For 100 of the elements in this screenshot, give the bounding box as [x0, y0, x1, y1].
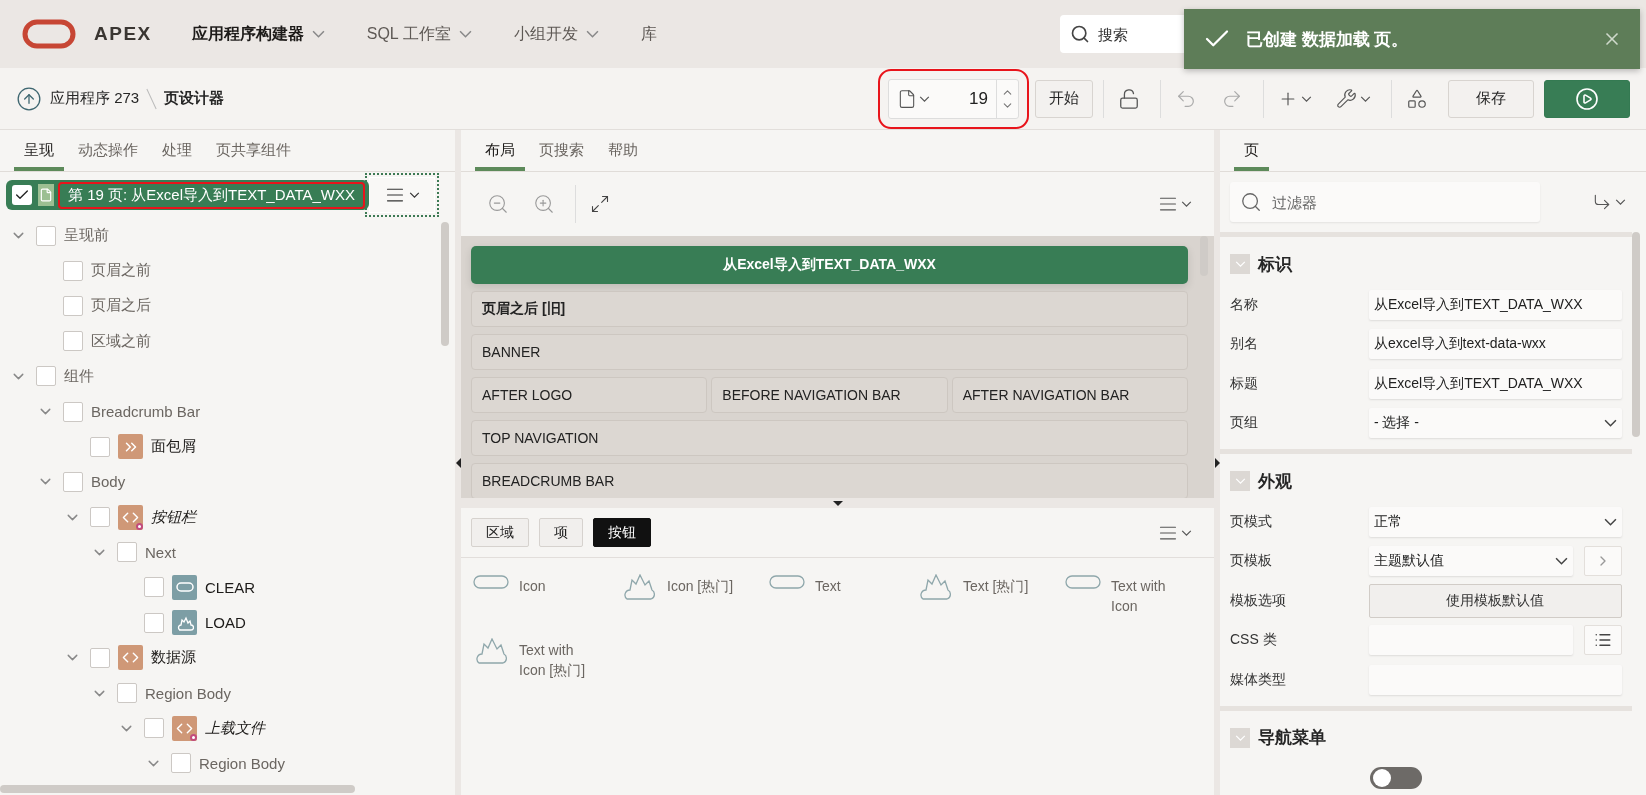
caret-icon — [1604, 419, 1617, 428]
gallery-item-label[interactable]: Icon [热门] — [667, 574, 741, 596]
tree-node-label[interactable]: Next — [145, 543, 176, 561]
checkbox[interactable] — [144, 577, 164, 598]
section-toggle[interactable] — [1230, 727, 1250, 748]
gallery-tab[interactable]: 项 — [539, 518, 583, 547]
checkbox[interactable] — [144, 612, 164, 633]
tab[interactable]: 呈现 — [14, 130, 64, 171]
save-button[interactable]: 保存 — [1448, 79, 1534, 118]
property-select[interactable]: 正常 — [1368, 506, 1622, 537]
checkbox[interactable] — [63, 295, 83, 316]
pill-button-icon — [769, 574, 805, 590]
tree-node-label[interactable]: 面包屑 — [151, 437, 196, 457]
tree-node-label[interactable]: Body — [91, 473, 126, 491]
checkbox[interactable] — [117, 683, 137, 704]
gallery-tab[interactable]: 按钮 — [593, 518, 651, 547]
section-toggle[interactable] — [1230, 471, 1250, 491]
tree-node-label[interactable]: 上载文件 — [205, 718, 265, 738]
layout-slot[interactable]: AFTER NAVIGATION BAR — [951, 377, 1188, 413]
tree-node-label[interactable]: Region Body — [199, 754, 285, 772]
tree-node-label[interactable]: 数据源 — [151, 648, 196, 668]
logo-icon[interactable] — [22, 19, 76, 49]
tree-node-label[interactable]: Breadcrumb Bar — [91, 403, 201, 421]
tree-node-label[interactable]: 区域之前 — [91, 331, 151, 351]
list-picker-button[interactable] — [1584, 625, 1622, 656]
scrollbar[interactable] — [0, 785, 355, 793]
tree-node-label[interactable]: 页眉之前 — [91, 261, 151, 281]
tree-root-label[interactable]: 第 19 页: 从Excel导入到TEXT_DATA_WXX — [60, 183, 363, 207]
caret-icon — [1234, 734, 1246, 741]
layout-slot[interactable]: BEFORE NAVIGATION BAR — [711, 377, 948, 413]
layout-slot[interactable]: TOP NAVIGATION — [471, 420, 1188, 456]
tab[interactable]: 布局 — [475, 130, 525, 171]
page-title-bar[interactable]: 从Excel导入到TEXT_DATA_WXX — [471, 246, 1188, 284]
tree-node-label[interactable]: 呈现前 — [64, 226, 109, 246]
gallery-item-label[interactable]: Text with Icon — [1111, 574, 1185, 616]
scrollbar[interactable] — [1632, 232, 1640, 437]
tree-node-label[interactable]: 按钮栏 — [151, 507, 196, 527]
layout-slot[interactable]: BREADCRUMB BAR — [471, 463, 1188, 498]
caret-icon — [1234, 261, 1246, 267]
tab[interactable]: 帮助 — [598, 130, 648, 171]
gallery-item-label[interactable]: Text — [815, 574, 889, 596]
property-input[interactable] — [1368, 664, 1622, 695]
checkbox[interactable] — [63, 260, 83, 281]
gallery-item-label[interactable]: Icon — [519, 574, 593, 596]
checkbox[interactable] — [12, 185, 32, 205]
property-input[interactable] — [1368, 625, 1574, 656]
nav-menu-item[interactable]: SQL 工作室 — [366, 17, 472, 51]
tab[interactable]: 页搜索 — [529, 130, 594, 171]
checkbox[interactable] — [63, 331, 83, 352]
checkbox[interactable] — [36, 366, 56, 387]
caret-icon — [1181, 201, 1192, 207]
property-select[interactable]: 主题默认值 — [1368, 546, 1574, 577]
property-input[interactable]: 从Excel导入到TEXT_DATA_WXX — [1368, 368, 1622, 399]
layout-slot[interactable]: BANNER — [471, 334, 1188, 370]
section-toggle[interactable] — [1230, 254, 1250, 274]
scrollbar[interactable] — [441, 222, 449, 346]
tree-node-label[interactable]: Region Body — [145, 684, 231, 702]
checkbox[interactable] — [90, 507, 110, 528]
toggle-switch[interactable] — [1370, 767, 1422, 790]
gallery-tab[interactable]: 区域 — [471, 518, 529, 547]
tree-node-label[interactable]: 页眉之后 — [91, 296, 151, 316]
caret-icon — [1604, 517, 1617, 526]
section-title: 外观 — [1258, 470, 1292, 493]
tree-root-row[interactable]: 第 19 页: 从Excel导入到TEXT_DATA_WXX — [6, 180, 370, 210]
property-input[interactable]: 从excel导入到text-data-wxx — [1368, 329, 1622, 360]
checkbox[interactable] — [63, 471, 83, 492]
checkbox[interactable] — [144, 718, 164, 739]
nav-menu-item[interactable]: 库 — [640, 17, 657, 51]
layout-slot[interactable]: 页眉之后 [旧] — [471, 291, 1188, 327]
region-code-icon — [118, 645, 143, 671]
template-options-button[interactable]: 使用模板默认值 — [1368, 583, 1622, 618]
checkbox[interactable] — [63, 401, 83, 422]
tab[interactable]: 页 — [1234, 130, 1269, 171]
gallery-item-label[interactable]: Text with Icon [热门] — [519, 638, 593, 680]
tree-node-label[interactable]: LOAD — [205, 614, 246, 632]
gallery-item-label[interactable]: Text [热门] — [963, 574, 1037, 596]
nav-menu-item[interactable]: 应用程序构建器 — [191, 17, 325, 51]
property-select[interactable]: - 选择 - — [1368, 408, 1622, 439]
corner-arrow-icon — [1592, 192, 1612, 212]
start-button[interactable]: 开始 — [1035, 79, 1093, 118]
breadcrumb-link[interactable]: 应用程序 273 — [50, 89, 140, 108]
layout-slot[interactable]: AFTER LOGO — [471, 377, 708, 413]
filter-field[interactable]: 过滤器 — [1230, 182, 1540, 222]
tab[interactable]: 动态操作 — [68, 130, 148, 171]
tab[interactable]: 页共享组件 — [206, 130, 301, 171]
property-label: 模板选项 — [1230, 591, 1287, 610]
checkbox[interactable] — [117, 542, 137, 563]
checkbox[interactable] — [171, 753, 191, 774]
run-button[interactable] — [1544, 79, 1630, 118]
go-to-button[interactable] — [1584, 546, 1622, 577]
tree-node-label[interactable]: 组件 — [64, 366, 94, 386]
nav-menu-item[interactable]: 小组开发 — [513, 17, 599, 51]
scrollbar[interactable] — [1200, 236, 1208, 276]
property-input[interactable]: 从Excel导入到TEXT_DATA_WXX — [1368, 289, 1622, 320]
tab[interactable]: 处理 — [152, 130, 202, 171]
splitter-arrow-icon[interactable] — [832, 500, 843, 506]
tree-node-label[interactable]: CLEAR — [205, 578, 256, 596]
checkbox[interactable] — [90, 436, 110, 457]
checkbox[interactable] — [36, 225, 56, 246]
checkbox[interactable] — [90, 647, 110, 668]
